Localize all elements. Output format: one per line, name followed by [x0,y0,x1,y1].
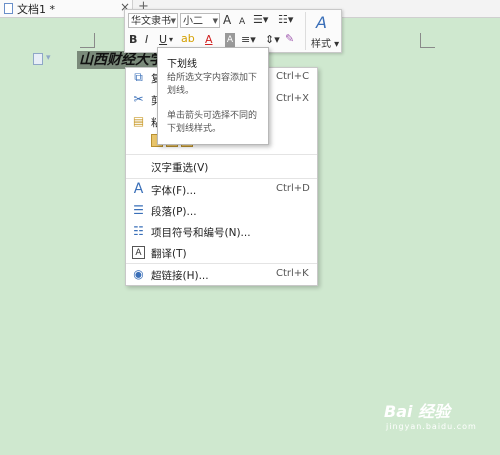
styles-label: 样式 ▾ [311,39,340,50]
chevron-down-icon[interactable]: ▾ [46,53,51,63]
format-painter-icon[interactable]: ✎ [285,32,294,46]
paragraph-marker-icon[interactable] [33,53,43,65]
translate-icon: A [132,246,145,259]
menu-label: 翻译(T) [151,248,187,260]
menu-shortcut: Ctrl+C [276,71,310,82]
tab-document[interactable]: 文档1 * × [0,0,133,17]
numbered-list-icon[interactable]: ☷▾ [278,13,293,27]
cut-icon: ✂ [133,92,144,106]
menu-separator [126,178,317,179]
menu-shortcut: Ctrl+K [276,268,309,279]
menu-item-hyperlink[interactable]: ◉ 超链接(H)... Ctrl+K [126,265,317,285]
tooltip-title: 下划线 [167,59,197,70]
chevron-down-icon: ▼ [170,17,176,25]
watermark-url: jingyan.baidu.com [386,422,477,431]
bold-button[interactable]: B [129,33,137,47]
font-color-button[interactable]: A [205,33,213,47]
menu-item-paragraph[interactable]: ☰ 段落(P)... [126,201,317,221]
watermark-logo: Bai 经验 [384,402,451,421]
paragraph-icon: ☰ [133,203,144,217]
menu-item-font[interactable]: A 字体(F)... Ctrl+D [126,180,317,200]
tab-title: 文档1 * [17,3,55,16]
grow-font-button[interactable]: A [223,13,231,27]
tooltip-description: 给所选文字内容添加下划线。 [167,73,258,96]
menu-label: 汉字重选(V) [151,162,209,174]
shrink-font-button[interactable]: A [239,15,245,29]
tooltip-hint: 单击箭头可选择不同的下划线样式。 [167,111,258,134]
align-icon[interactable]: ≡▾ [241,33,256,47]
menu-label: 项目符号和编号(N)... [151,227,251,239]
font-size-value: 小二 [183,16,203,27]
baidu-watermark: Bai 经验 jingyan.baidu.com [384,398,476,431]
menu-label: 超链接(H)... [151,270,209,282]
font-size-select[interactable]: 小二 ▼ [180,13,220,28]
underline-button[interactable]: U [159,33,167,47]
menu-separator [126,263,317,264]
underline-tooltip: 下划线 给所选文字内容添加下划线。 单击箭头可选择不同的下划线样式。 [157,47,269,145]
bullet-list-icon[interactable]: ☰▾ [253,13,268,27]
menu-label: 段落(P)... [151,206,197,218]
bullets-icon: ☷ [133,224,144,238]
styles-icon: A [316,13,327,32]
menu-label: 字体(F)... [151,185,197,197]
hyperlink-icon: ◉ [133,267,144,281]
font-icon: A [133,181,144,197]
menu-item-translate[interactable]: A 翻译(T) [126,243,317,263]
menu-item-bullets[interactable]: ☷ 项目符号和编号(N)... [126,222,317,242]
char-shading-button[interactable]: A [225,33,235,47]
line-spacing-icon[interactable]: ⇕▾ [265,33,280,47]
copy-icon: ⧉ [134,70,143,84]
italic-button[interactable]: I [145,33,148,47]
page-corner-mark [420,33,435,48]
chevron-down-icon[interactable]: ▾ [169,33,173,47]
font-name-value: 华文隶书 [131,16,171,27]
highlight-icon[interactable]: ab [181,32,195,46]
menu-item-reselect[interactable]: 汉字重选(V) [126,157,317,177]
styles-button[interactable]: A 样式 ▾ [305,12,340,50]
page-corner-mark [80,33,95,48]
doc-icon [4,3,13,14]
menu-separator [126,154,317,155]
paste-icon: ▤ [132,114,145,128]
chevron-down-icon: ▼ [212,17,218,25]
menu-shortcut: Ctrl+X [276,93,310,104]
font-name-select[interactable]: 华文隶书 ▼ [128,13,178,28]
menu-shortcut: Ctrl+D [276,183,310,194]
